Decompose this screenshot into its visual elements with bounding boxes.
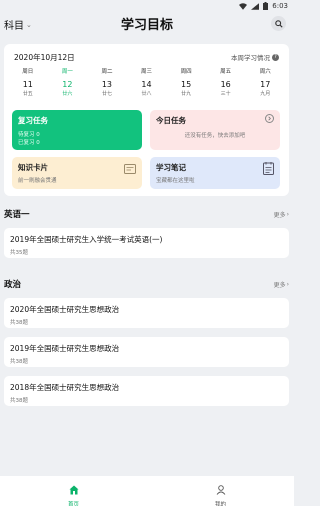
day-number: 13 [101, 80, 113, 89]
weekday-label: 周五 [220, 69, 232, 75]
day-number: 11 [22, 80, 33, 89]
day-number: 15 [181, 80, 192, 89]
question-count: 共35题 [10, 250, 28, 256]
knowledge-card-title: 知识卡片 [18, 163, 48, 172]
arrow-right-icon [265, 114, 274, 123]
weekday-label: 周四 [180, 69, 192, 75]
chevron-right-icon: › [286, 210, 289, 218]
status-bar: 6:03 [0, 0, 294, 12]
tab-home[interactable]: 首页 [0, 476, 147, 506]
day-cell-today[interactable]: 周一 12 廿六 [48, 66, 88, 100]
paper-title: 2019年全国硕士研究生入学统一考试英语(一) [10, 235, 163, 244]
battery-icon [263, 2, 269, 10]
question-count: 共38题 [10, 359, 28, 365]
section-header: 政治 更多 › [4, 277, 289, 291]
lunar-date: 九月 [260, 91, 271, 97]
review-done-count: 已复习 0 [18, 140, 40, 146]
card-icon [124, 164, 136, 174]
review-task-title: 复习任务 [18, 116, 48, 125]
day-cell[interactable]: 周四 15 廿九 [166, 66, 206, 100]
today-task-title: 今日任务 [156, 116, 186, 125]
study-notes-tile[interactable]: 学习笔记 宝藏都在这里啦 [150, 157, 280, 189]
lunar-date: 廿七 [101, 91, 112, 97]
paper-title: 2019年全国硕士研究生思想政治 [10, 344, 120, 353]
paper-title: 2018年全国硕士研究生思想政治 [10, 383, 120, 392]
help-icon: ? [272, 53, 279, 61]
weekday-label: 周六 [259, 69, 271, 75]
lunar-date: 三十 [220, 91, 231, 97]
home-icon [69, 485, 78, 495]
more-link[interactable]: 更多 › [274, 280, 289, 289]
review-pending-count: 待复习 0 [18, 132, 40, 138]
tab-mine[interactable]: 我的 [147, 476, 294, 506]
notebook-icon [263, 162, 274, 175]
search-button[interactable] [271, 16, 286, 31]
paper-title: 2020年全国硕士研究生思想政治 [10, 305, 120, 314]
weekday-label: 周三 [141, 69, 153, 75]
wifi-icon [239, 2, 248, 10]
more-label: 更多 [273, 281, 286, 289]
knowledge-card-tile[interactable]: 知识卡片 前一刷融会贯通 [12, 157, 142, 189]
weekly-report-link[interactable]: 本周学习情况 ? [231, 52, 279, 62]
week-strip: 周日 11 廿五 周一 12 廿六 周二 13 廿七 周三 14 廿八 周四 1… [8, 66, 285, 100]
chevron-right-icon: › [286, 280, 289, 288]
more-link[interactable]: 更多 › [274, 210, 289, 219]
day-cell[interactable]: 周日 11 廿五 [8, 66, 48, 100]
tab-home-label: 首页 [67, 502, 79, 506]
study-notes-title: 学习笔记 [156, 163, 186, 172]
day-number: 14 [141, 80, 152, 89]
search-icon [274, 19, 283, 28]
weekly-report-label: 本周学习情况 [231, 54, 270, 62]
paper-item[interactable]: 2019年全国硕士研究生入学统一考试英语(一) 共35题 [4, 228, 289, 258]
tab-mine-label: 我的 [214, 502, 226, 506]
today-task-empty-text: 还没有任务，快去添加吧 [184, 133, 246, 139]
day-number: 17 [260, 80, 271, 89]
lunar-date: 廿六 [62, 91, 73, 97]
day-number: 16 [220, 80, 231, 89]
day-cell[interactable]: 周三 14 廿八 [127, 66, 167, 100]
lunar-date: 廿九 [181, 91, 192, 97]
more-label: 更多 [273, 211, 286, 219]
weekday-label: 周二 [101, 69, 113, 75]
lunar-date: 廿五 [22, 91, 33, 97]
day-cell[interactable]: 周六 17 九月 [245, 66, 285, 100]
weekday-label: 周日 [22, 69, 34, 75]
paper-item[interactable]: 2018年全国硕士研究生思想政治 共38题 [4, 376, 289, 406]
paper-item[interactable]: 2020年全国硕士研究生思想政治 共38题 [4, 298, 289, 328]
bottom-tab-bar: 首页 我的 [0, 476, 294, 506]
review-task-tile[interactable]: 复习任务 待复习 0 已复习 0 [12, 110, 142, 150]
page-title: 学习目标 [120, 18, 173, 33]
section-header: 英语一 更多 › [4, 207, 289, 221]
user-icon [216, 485, 225, 495]
day-number: 12 [62, 80, 73, 89]
question-count: 共38题 [10, 398, 28, 404]
knowledge-card-desc: 前一刷融会贯通 [18, 178, 57, 184]
status-time: 6:03 [272, 2, 288, 10]
day-cell[interactable]: 周五 16 三十 [206, 66, 246, 100]
day-cell[interactable]: 周二 13 廿七 [87, 66, 127, 100]
weekday-label: 周一 [61, 69, 73, 75]
top-bar: 科目 ⌄ 学习目标 [0, 12, 294, 34]
section-title: 政治 [4, 280, 22, 290]
cellular-signal-icon [251, 2, 260, 10]
section-title: 英语一 [4, 210, 30, 220]
question-count: 共38题 [10, 320, 28, 326]
paper-item[interactable]: 2019年全国硕士研究生思想政治 共38题 [4, 337, 289, 367]
lunar-date: 廿八 [141, 91, 152, 97]
today-task-tile[interactable]: 今日任务 还没有任务，快去添加吧 [150, 110, 280, 150]
current-date: 2020年10月12日 [14, 53, 75, 62]
study-overview-card: 2020年10月12日 本周学习情况 ? 周日 11 廿五 周一 12 廿六 周… [4, 44, 289, 196]
study-notes-desc: 宝藏都在这里啦 [156, 178, 195, 184]
